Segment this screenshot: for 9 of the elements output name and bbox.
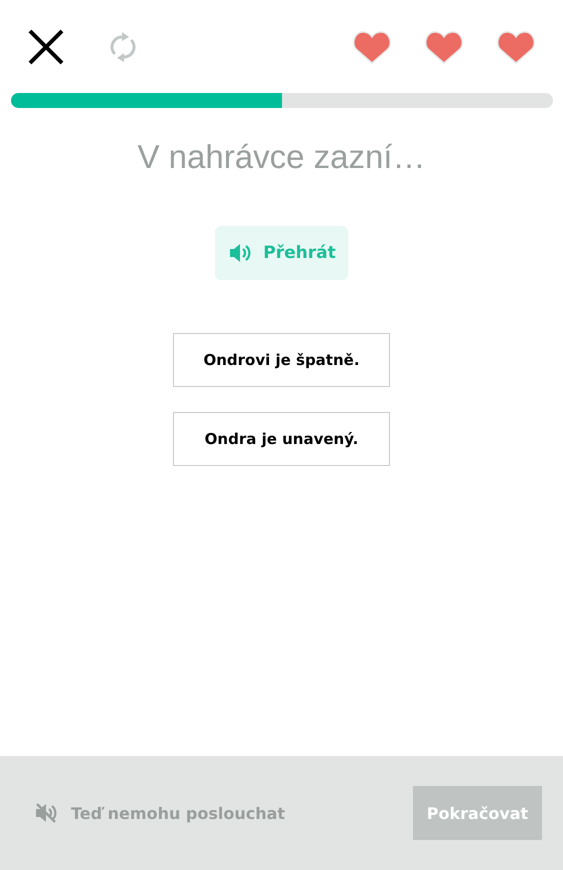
speaker-icon [229, 243, 252, 263]
answer-option[interactable]: Ondra je unavený. [173, 412, 390, 466]
answer-option[interactable]: Ondrovi je špatně. [173, 333, 390, 387]
prompt-text: V nahrávce zazní… [136, 138, 426, 176]
play-button[interactable]: Přehrát [215, 226, 348, 280]
muted-speaker-icon[interactable] [35, 803, 57, 823]
close-icon[interactable] [28, 29, 64, 65]
refresh-icon[interactable] [108, 29, 138, 65]
cant-listen-link[interactable]: Teď nemohu poslouchat [71, 804, 286, 822]
